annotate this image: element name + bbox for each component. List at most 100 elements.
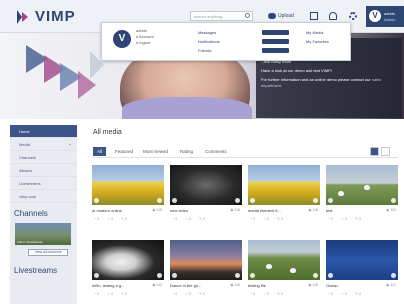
meta-stat: ✎ 0 — [121, 217, 127, 221]
view-count: ◉ 115 — [152, 208, 162, 212]
media-meta: ◔ 0 ☆ 0 ✎ 0 — [92, 292, 164, 296]
more-options-icon[interactable] — [235, 273, 240, 278]
meta-stat: ☆ 0 — [341, 292, 348, 296]
channel-thumbnail[interactable]: Admin Testchannel — [15, 223, 71, 245]
media-thumbnail[interactable] — [92, 240, 164, 280]
media-card[interactable]: a\ modern online ◉ 115 ◔ 0 ☆ 0 ✎ 0 — [92, 165, 164, 225]
cloud-upload-icon — [268, 13, 276, 19]
more-options-icon[interactable] — [235, 198, 240, 203]
media-card[interactable]: test ◉ 124 ◔ 0 ☆ 0 ✎ 0 — [326, 165, 398, 225]
more-options-icon[interactable] — [313, 273, 318, 278]
tab-all[interactable]: All — [93, 147, 107, 156]
view-count: ◉ 118 — [308, 283, 318, 287]
my-media-link[interactable]: My Media — [306, 30, 323, 35]
more-options-icon[interactable] — [391, 198, 396, 203]
sidebar-item-media[interactable]: Media ⌄ — [10, 138, 77, 151]
meta-stat: ☆ 0 — [263, 217, 270, 221]
grid-view-icon[interactable] — [370, 147, 379, 156]
notifications-count-badge — [262, 39, 289, 44]
media-meta: ◔ 0 ☆ 0 ✎ 0 — [248, 292, 320, 296]
tab-comments[interactable]: Comments — [205, 147, 227, 156]
messages-link[interactable]: Messages — [198, 30, 216, 35]
media-card[interactable]: hello, testing a g... ◉ 113 ◔ 0 ☆ 0 ✎ 0 — [92, 240, 164, 300]
meta-stat: ✎ 0 — [355, 292, 361, 296]
friends-link[interactable]: Friends — [198, 48, 211, 53]
search-icon[interactable] — [245, 13, 250, 18]
more-options-icon[interactable] — [157, 198, 162, 203]
notifications-link[interactable]: Notifications — [198, 39, 220, 44]
media-thumbnail[interactable] — [170, 165, 242, 205]
media-meta: ◔ 0 ☆ 0 ✎ 0 — [326, 217, 398, 221]
media-thumbnail[interactable] — [248, 240, 320, 280]
media-thumbnail[interactable] — [92, 165, 164, 205]
video-type-icon — [328, 273, 333, 278]
media-thumbnail[interactable] — [326, 240, 398, 280]
tab-rating[interactable]: Rating — [180, 147, 193, 156]
video-type-icon — [94, 198, 99, 203]
meta-stat: ☆ 0 — [263, 292, 270, 296]
sidebar-item-label: vimp.com — [19, 194, 37, 199]
sidebar-item-livestreams[interactable]: Livestreams — [10, 177, 77, 190]
sidebar-item-label: Livestreams — [19, 181, 41, 186]
media-card[interactable]: Dance in the go... ◉ 110 ◔ 0 ☆ 0 ✎ 0 — [170, 240, 242, 300]
sidebar-item-home[interactable]: Home — [10, 125, 77, 138]
media-thumbnail[interactable] — [248, 165, 320, 205]
view-count: ◉ 124 — [386, 208, 396, 212]
search-input[interactable]: search anything... — [190, 11, 253, 21]
dropdown-avatar: V — [113, 30, 131, 48]
friends-count-badge — [262, 48, 289, 53]
chevron-down-icon[interactable]: ⌄ — [68, 141, 72, 147]
vimp-logo-mark-icon — [17, 9, 31, 24]
list-view-icon[interactable] — [381, 147, 390, 156]
mail-icon[interactable] — [310, 12, 318, 20]
view-all-channels-button[interactable]: View all channels — [28, 249, 68, 256]
media-card[interactable]: Ocean ◉ 121 ◔ 0 ☆ 0 ✎ 0 — [326, 240, 398, 300]
tab-featured[interactable]: Featured — [115, 147, 133, 156]
user-role: Admin — [384, 17, 396, 22]
gear-icon[interactable] — [349, 12, 357, 20]
department-link[interactable]: department — [261, 83, 397, 89]
avatar: V — [369, 10, 381, 22]
more-options-icon[interactable] — [391, 273, 396, 278]
video-type-icon — [250, 198, 255, 203]
sidebar-item-albums[interactable]: Albums — [10, 164, 77, 177]
more-options-icon[interactable] — [313, 198, 318, 203]
meta-stat: ◔ 0 — [172, 292, 178, 296]
sales-link[interactable]: sales — [372, 77, 381, 82]
meta-stat: ◔ 0 — [250, 217, 256, 221]
sidebar-item-channels[interactable]: Channels — [10, 151, 77, 164]
channel-caption: Admin Testchannel — [17, 240, 43, 244]
video-type-icon — [172, 273, 177, 278]
sidebar-item-label: Albums — [19, 168, 33, 173]
media-thumbnail[interactable] — [170, 240, 242, 280]
more-options-icon[interactable] — [157, 273, 162, 278]
media-thumbnail[interactable] — [326, 165, 398, 205]
sidebar: Home Media ⌄ Channels Albums Livestreams … — [10, 125, 77, 304]
goose-shape — [338, 191, 344, 196]
meta-stat: ◔ 0 — [94, 217, 100, 221]
media-meta: ◔ 0 ☆ 0 ✎ 0 — [326, 292, 398, 296]
meta-stat: ✎ 0 — [277, 292, 283, 296]
video-type-icon — [328, 198, 333, 203]
user-menu-button[interactable]: V admin Admin — [366, 6, 404, 27]
dropdown-user-info: admin # Account # logout — [136, 28, 154, 46]
sidebar-item-vimp-com[interactable]: vimp.com — [10, 190, 77, 203]
media-card[interactable]: media element fi... ◉ 118 ◔ 0 ☆ 0 ✎ 0 — [248, 165, 320, 225]
meta-stat: ☆ 0 — [185, 217, 192, 221]
media-card[interactable]: testing file ◉ 118 ◔ 0 ☆ 0 ✎ 0 — [248, 240, 320, 300]
vimp-logo[interactable]: VIMP — [17, 8, 76, 25]
tab-most-viewed[interactable]: Most viewed — [143, 147, 168, 156]
bell-icon[interactable] — [329, 12, 337, 20]
media-meta: ◔ 0 ☆ 0 ✎ 0 — [170, 292, 242, 296]
media-card[interactable]: new video ◉ 116 ◔ 0 ☆ 0 ✎ 0 — [170, 165, 242, 225]
dropdown-logout-link[interactable]: # logout — [136, 40, 154, 46]
messages-count-badge — [262, 30, 289, 35]
video-type-icon — [250, 273, 255, 278]
meta-stat: ◔ 0 — [328, 217, 334, 221]
upload-button[interactable]: Upload — [268, 9, 300, 23]
meta-stat: ☆ 0 — [185, 292, 192, 296]
dropdown-row: Notifications My Favorites — [198, 38, 348, 47]
my-favorites-link[interactable]: My Favorites — [306, 39, 329, 44]
view-count: ◉ 121 — [386, 283, 396, 287]
sidebar-item-label: Home — [19, 129, 30, 134]
